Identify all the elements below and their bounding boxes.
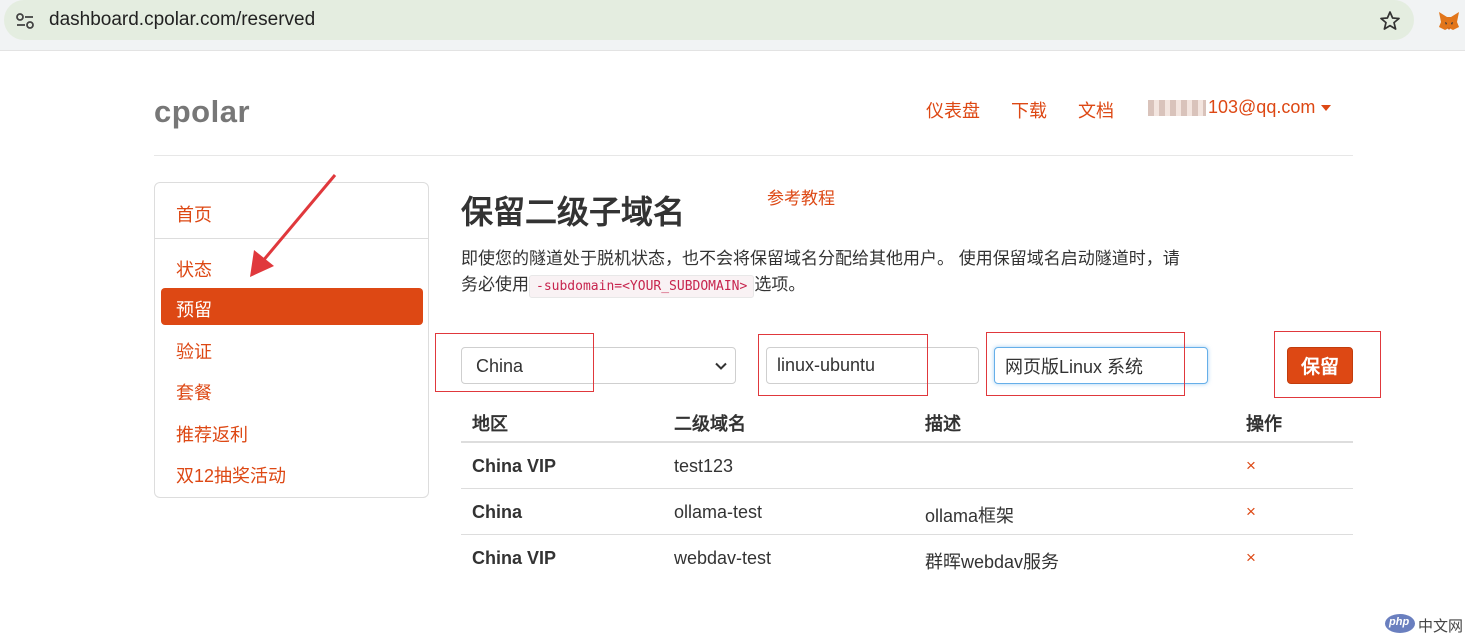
row-region: China VIP [472,456,557,476]
annotation-arrow-icon [250,174,337,277]
table-header-region: 地区 [472,414,508,434]
table-row-divider [461,488,1353,489]
watermark-logo-text: php [1389,616,1410,628]
metamask-fox-icon[interactable] [1436,8,1462,34]
bookmark-star-icon[interactable] [1378,9,1402,33]
watermark-site-text: 中文网 [1418,618,1464,635]
description-text-end: 选项。 [754,275,806,294]
address-bar[interactable]: dashboard.cpolar.com/reserved [4,0,1414,40]
nav-download[interactable]: 下载 [1011,97,1047,123]
row-subdomain: webdav-test [674,548,772,568]
nav-docs[interactable]: 文档 [1078,97,1114,123]
browser-toolbar: dashboard.cpolar.com/reserved [0,0,1465,51]
user-email: 103@qq.com [1208,97,1316,117]
sidebar-item-verify[interactable]: 验证 [176,338,212,364]
user-menu[interactable]: 103@qq.com [1148,97,1332,118]
table-header-subdomain: 二级域名 [674,414,746,434]
row-description: ollama框架 [925,506,1015,526]
chevron-down-icon [715,362,727,370]
header-divider [154,155,1353,156]
row-description: 群晖webdav服务 [925,552,1060,572]
delete-icon[interactable]: × [1246,502,1256,522]
php-cn-watermark: php 中文网 [1385,613,1465,635]
sidebar-item-label: 预留 [176,300,212,320]
delete-icon[interactable]: × [1246,548,1256,568]
page-description: 即使您的隧道处于脱机状态，也不会将保留域名分配给其他用户。 使用保留域名启动隧道… [461,246,1181,300]
table-header-action: 操作 [1246,414,1282,434]
sidebar-item-plans[interactable]: 套餐 [176,379,212,405]
sidebar-item-lottery[interactable]: 双12抽奖活动 [176,462,286,488]
nav-dashboard[interactable]: 仪表盘 [926,97,980,123]
table-header-description: 描述 [925,414,961,434]
sidebar-item-status[interactable]: 状态 [176,256,212,282]
masked-email-part [1148,100,1206,117]
annotation-box-region [435,333,594,392]
table-header-divider [461,441,1353,443]
row-subdomain: test123 [674,456,734,476]
sidebar-item-reserved[interactable]: 预留 [161,288,423,325]
annotation-box-reserve [1274,331,1381,398]
url-text[interactable]: dashboard.cpolar.com/reserved [49,9,315,31]
delete-icon[interactable]: × [1246,456,1256,476]
caret-down-icon [1321,105,1332,112]
table-row-divider [461,534,1353,535]
subdomain-option-code: -subdomain=<YOUR_SUBDOMAIN> [529,275,755,298]
page-title: 保留二级子域名 [461,194,686,230]
row-region: China [472,502,523,522]
row-region: China VIP [472,548,557,568]
site-info-icon[interactable] [14,10,36,32]
reference-tutorial-link[interactable]: 参考教程 [767,184,835,209]
brand-logo[interactable]: cpolar [154,94,250,130]
sidebar-item-home[interactable]: 首页 [176,201,212,227]
sidebar-item-referral[interactable]: 推荐返利 [176,421,248,447]
row-subdomain: ollama-test [674,502,763,522]
annotation-box-subdomain [758,334,928,396]
annotation-box-description [986,332,1185,396]
